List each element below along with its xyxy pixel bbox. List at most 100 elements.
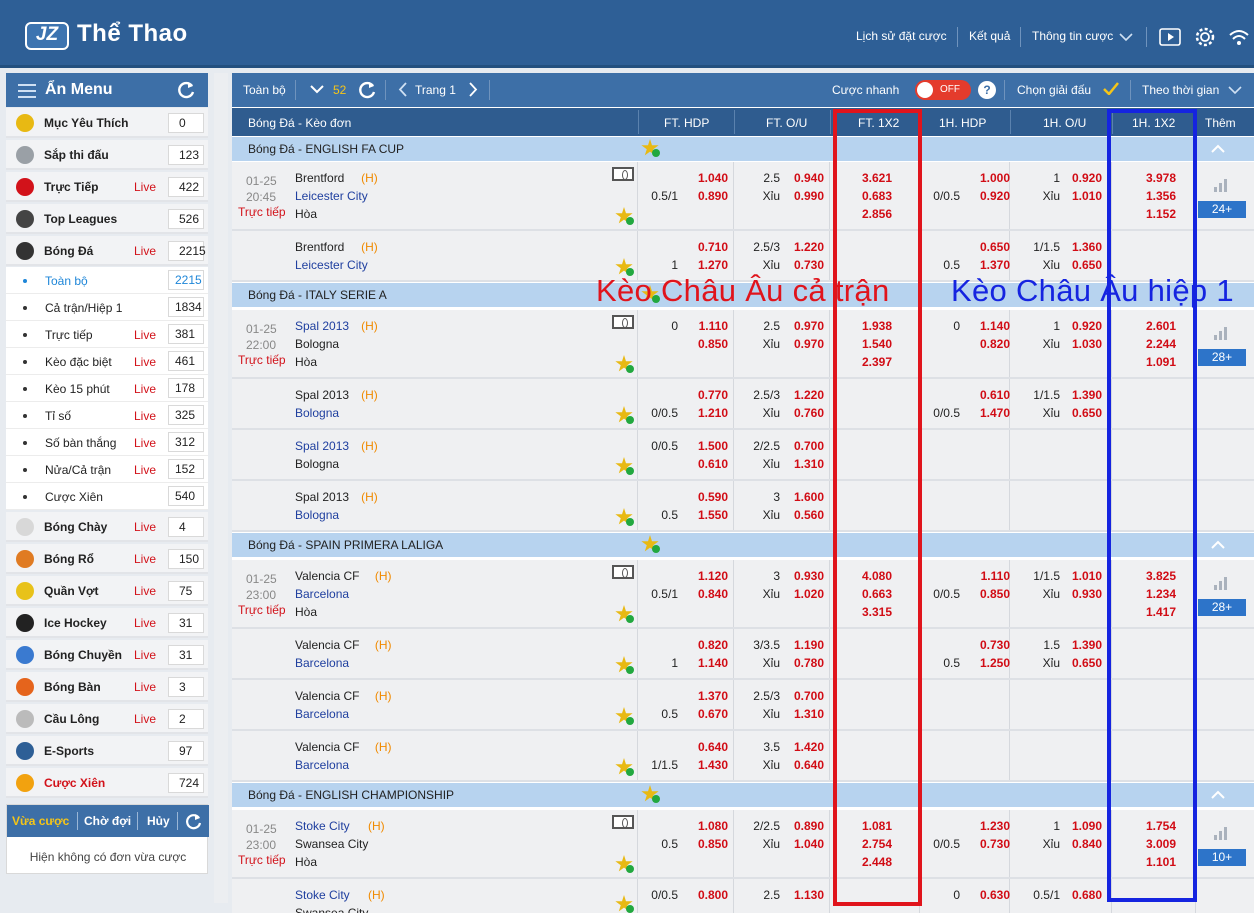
gear-icon[interactable] bbox=[1194, 26, 1216, 48]
odds-value[interactable]: 0.850 bbox=[970, 585, 1010, 603]
sidebar-item[interactable]: Trực Tiếp Live 422 bbox=[6, 172, 208, 202]
sidebar-item[interactable]: Bóng Chày Live 4 bbox=[6, 512, 208, 542]
choose-league-button[interactable]: Chọn giải đấu bbox=[1017, 83, 1091, 97]
sidebar-item[interactable]: Mục Yêu Thích 0 bbox=[6, 108, 208, 138]
refresh-icon[interactable] bbox=[184, 812, 203, 831]
sidebar-item[interactable]: Cầu Lông Live 2 bbox=[6, 704, 208, 734]
sidebar-item[interactable]: Ice Hockey Live 31 bbox=[6, 608, 208, 638]
chevron-down-icon[interactable] bbox=[1119, 33, 1133, 42]
chevron-left-icon[interactable] bbox=[398, 82, 407, 97]
odds-value[interactable]: 0.590 bbox=[688, 488, 728, 506]
odds-value[interactable]: 0.820 bbox=[970, 335, 1010, 353]
live-field-icon[interactable] bbox=[612, 315, 634, 329]
odds-value[interactable]: 1.090 bbox=[1062, 817, 1102, 835]
odds-value[interactable]: 1.220 bbox=[784, 238, 824, 256]
sidebar-item[interactable]: Bóng Đá Live 2215 bbox=[6, 236, 208, 266]
odds-value[interactable]: 1.010 bbox=[1062, 187, 1102, 205]
league-header[interactable]: Bóng Đá - ENGLISH FA CUP bbox=[232, 137, 1254, 161]
odds-value[interactable]: 0.560 bbox=[784, 506, 824, 524]
sidebar-item[interactable]: E-Sports 97 bbox=[6, 736, 208, 766]
sidebar-item[interactable]: Bóng Bàn Live 3 bbox=[6, 672, 208, 702]
sidebar-scrollbar[interactable] bbox=[214, 73, 228, 903]
odds-value[interactable]: 0.640 bbox=[784, 756, 824, 774]
odds-value[interactable]: 0.730 bbox=[970, 636, 1010, 654]
more-markets-button[interactable]: 28+ bbox=[1198, 599, 1246, 616]
odds-value[interactable]: 0.650 bbox=[1062, 654, 1102, 672]
video-play-icon[interactable] bbox=[1159, 28, 1181, 46]
odds-value[interactable]: 0.800 bbox=[688, 886, 728, 904]
odds-value[interactable]: 0.650 bbox=[1062, 404, 1102, 422]
odds-value[interactable]: 0.630 bbox=[970, 886, 1010, 904]
odds-value[interactable]: 0.990 bbox=[784, 187, 824, 205]
odds-value[interactable]: 1.020 bbox=[784, 585, 824, 603]
tab-recent-bets[interactable]: Vừa cược bbox=[12, 814, 69, 828]
wifi-icon[interactable] bbox=[1228, 27, 1250, 47]
sidebar-item[interactable]: Quần Vợt Live 75 bbox=[6, 576, 208, 606]
sidebar-subitem[interactable]: Nửa/Cả trận Live 152 bbox=[6, 456, 208, 483]
league-header[interactable]: Bóng Đá - ENGLISH CHAMPIONSHIP bbox=[232, 783, 1254, 807]
sidebar-subitem[interactable]: Kèo 15 phút Live 178 bbox=[6, 375, 208, 402]
odds-value[interactable]: 1.040 bbox=[784, 835, 824, 853]
help-icon[interactable]: ? bbox=[978, 81, 996, 99]
live-field-icon[interactable] bbox=[612, 167, 634, 181]
stats-bars-icon[interactable] bbox=[1214, 826, 1230, 840]
odds-value[interactable]: 1.470 bbox=[970, 404, 1010, 422]
sidebar-subitem[interactable]: Trực tiếp Live 381 bbox=[6, 321, 208, 348]
odds-value[interactable]: 0.650 bbox=[1062, 256, 1102, 274]
more-markets-button[interactable]: 24+ bbox=[1198, 201, 1246, 218]
sort-by-time-select[interactable]: Theo thời gian bbox=[1142, 83, 1219, 97]
odds-value[interactable]: 0.610 bbox=[688, 455, 728, 473]
odds-value[interactable]: 0.850 bbox=[688, 335, 728, 353]
nav-bet-history[interactable]: Lịch sử đặt cược bbox=[856, 29, 947, 43]
odds-value[interactable]: 0.730 bbox=[784, 256, 824, 274]
nav-results[interactable]: Kết quả bbox=[969, 29, 1010, 43]
odds-value[interactable]: 1.310 bbox=[784, 455, 824, 473]
sidebar-item[interactable]: Cược Xiên 724 bbox=[6, 768, 208, 798]
odds-value[interactable]: 0.650 bbox=[970, 238, 1010, 256]
odds-value[interactable]: 1.370 bbox=[970, 256, 1010, 274]
sidebar-subitem[interactable]: Tỉ số Live 325 bbox=[6, 402, 208, 429]
hamburger-menu-icon[interactable] bbox=[18, 84, 36, 98]
stats-bars-icon[interactable] bbox=[1214, 326, 1230, 340]
odds-value[interactable]: 1.110 bbox=[970, 567, 1010, 585]
odds-value[interactable]: 1.420 bbox=[784, 738, 824, 756]
odds-value[interactable]: 0.730 bbox=[970, 835, 1010, 853]
odds-value[interactable]: 0.840 bbox=[688, 585, 728, 603]
sidebar-subitem[interactable]: Toàn bộ 2215 bbox=[6, 267, 208, 294]
chevron-right-icon[interactable] bbox=[469, 82, 478, 97]
nav-bet-info[interactable]: Thông tin cược bbox=[1032, 29, 1113, 43]
odds-value[interactable]: 1.140 bbox=[970, 317, 1010, 335]
refresh-icon[interactable] bbox=[176, 80, 196, 100]
odds-value[interactable]: 0.820 bbox=[688, 636, 728, 654]
chevron-down-icon[interactable] bbox=[1228, 86, 1242, 95]
odds-value[interactable]: 1.210 bbox=[688, 404, 728, 422]
league-header[interactable]: Bóng Đá - SPAIN PRIMERA LALIGA bbox=[232, 533, 1254, 557]
odds-value[interactable]: 0.890 bbox=[688, 187, 728, 205]
sidebar-subitem[interactable]: Kèo đặc biệt Live 461 bbox=[6, 348, 208, 375]
odds-value[interactable]: 0.700 bbox=[784, 687, 824, 705]
odds-value[interactable]: 1.040 bbox=[688, 169, 728, 187]
odds-value[interactable]: 0.970 bbox=[784, 335, 824, 353]
odds-value[interactable]: 1.430 bbox=[688, 756, 728, 774]
odds-value[interactable]: 0.760 bbox=[784, 404, 824, 422]
odds-value[interactable]: 1.370 bbox=[688, 687, 728, 705]
sidebar-subitem[interactable]: Số bàn thắng Live 312 bbox=[6, 429, 208, 456]
chevron-up-icon[interactable] bbox=[1211, 790, 1225, 799]
odds-value[interactable]: 1.140 bbox=[688, 654, 728, 672]
chevron-up-icon[interactable] bbox=[1211, 144, 1225, 153]
odds-value[interactable]: 1.500 bbox=[688, 437, 728, 455]
more-markets-button[interactable]: 10+ bbox=[1198, 849, 1246, 866]
odds-value[interactable]: 0.840 bbox=[1062, 835, 1102, 853]
tab-cancelled[interactable]: Hủy bbox=[147, 814, 170, 828]
odds-value[interactable]: 1.110 bbox=[688, 317, 728, 335]
more-markets-button[interactable]: 28+ bbox=[1198, 349, 1246, 366]
chevron-up-icon[interactable] bbox=[1211, 540, 1225, 549]
odds-value[interactable]: 0.850 bbox=[688, 835, 728, 853]
odds-value[interactable]: 1.080 bbox=[688, 817, 728, 835]
odds-value[interactable]: 1.390 bbox=[1062, 386, 1102, 404]
odds-value[interactable]: 1.030 bbox=[1062, 335, 1102, 353]
odds-value[interactable]: 0.640 bbox=[688, 738, 728, 756]
odds-value[interactable]: 1.190 bbox=[784, 636, 824, 654]
chevron-down-icon[interactable] bbox=[310, 85, 324, 94]
odds-value[interactable]: 1.130 bbox=[784, 886, 824, 904]
